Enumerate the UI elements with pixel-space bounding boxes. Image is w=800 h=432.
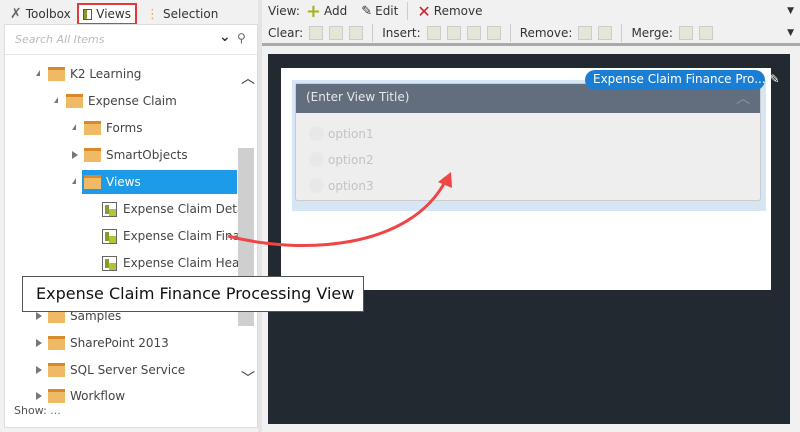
arrow-path xyxy=(227,179,448,247)
drag-arrow xyxy=(227,172,452,247)
tooltip: Expense Claim Finance Processing View xyxy=(22,276,364,312)
arrow-head xyxy=(438,172,452,188)
